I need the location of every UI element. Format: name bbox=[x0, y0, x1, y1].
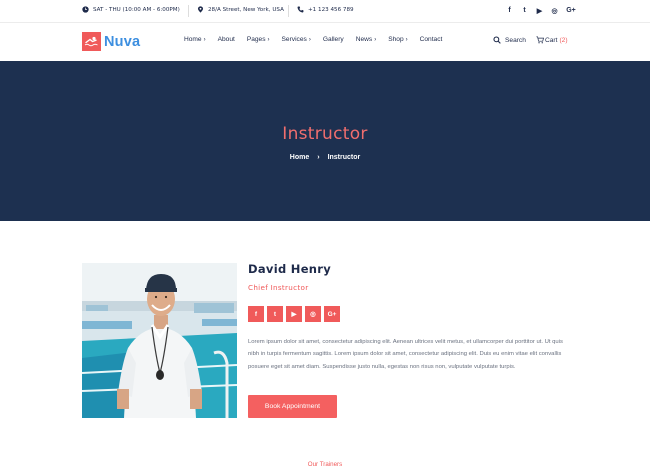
facebook-icon[interactable]: f bbox=[248, 306, 264, 322]
page-title: Instructor bbox=[282, 124, 368, 144]
search-icon bbox=[493, 36, 501, 44]
search-button[interactable]: Search bbox=[493, 36, 526, 44]
divider bbox=[288, 5, 289, 17]
nav-label: Shop bbox=[388, 36, 404, 43]
instructor-photo bbox=[82, 263, 237, 418]
phone-icon bbox=[297, 6, 304, 13]
phone[interactable]: +1 123 456 789 bbox=[297, 6, 354, 13]
chevron-right-icon: › bbox=[203, 37, 206, 43]
nav-label: Services bbox=[281, 36, 307, 43]
main-nav: Home › About Pages › Services › Gallery New… bbox=[184, 36, 442, 43]
instagram-icon[interactable]: ◎ bbox=[551, 6, 558, 15]
cart-count-badge: (2) bbox=[559, 36, 568, 44]
main-header: Nuva Home › About Pages › Services › Galler… bbox=[0, 23, 650, 61]
nav-label: Pages bbox=[246, 36, 266, 43]
opening-hours-text: SAT - THU (10:00 AM - 6:00PM) bbox=[93, 6, 180, 13]
breadcrumb-current: Instructor bbox=[327, 154, 361, 161]
cart-label: Cart bbox=[545, 36, 558, 44]
chevron-right-icon: › bbox=[374, 37, 377, 43]
twitter-icon[interactable]: t bbox=[267, 306, 283, 322]
nav-label: About bbox=[217, 36, 235, 43]
divider bbox=[188, 5, 189, 17]
instructor-name: David Henry bbox=[248, 262, 332, 276]
youtube-icon[interactable]: ▶ bbox=[536, 6, 543, 15]
nav-label: Gallery bbox=[322, 36, 344, 43]
swimmer-logo-icon bbox=[82, 32, 101, 51]
page-hero-banner: Instructor Home › Instructor bbox=[0, 61, 650, 221]
chevron-right-icon: › bbox=[267, 37, 270, 43]
nav-label: Home bbox=[184, 36, 202, 43]
search-label: Search bbox=[505, 36, 526, 44]
nav-item-about[interactable]: About bbox=[218, 36, 235, 43]
chevron-right-icon: › bbox=[317, 154, 320, 161]
instructor-social-links: f t ▶ ◎ G+ bbox=[248, 306, 340, 322]
address: 28/A Street, New York, USA bbox=[197, 6, 284, 13]
nav-label: News bbox=[355, 36, 373, 43]
site-logo[interactable]: Nuva bbox=[82, 32, 140, 51]
nav-item-pages[interactable]: Pages › bbox=[247, 36, 270, 43]
map-marker-icon bbox=[197, 6, 204, 13]
opening-hours: SAT - THU (10:00 AM - 6:00PM) bbox=[82, 6, 180, 13]
nav-item-shop[interactable]: Shop › bbox=[388, 36, 407, 43]
phone-text: +1 123 456 789 bbox=[308, 6, 354, 13]
clock-icon bbox=[82, 6, 89, 13]
address-text: 28/A Street, New York, USA bbox=[208, 6, 284, 13]
top-info-bar: SAT - THU (10:00 AM - 6:00PM) 28/A Stree… bbox=[0, 0, 650, 23]
cart-icon bbox=[536, 36, 544, 44]
nav-item-gallery[interactable]: Gallery bbox=[323, 36, 344, 43]
top-social-links: f t ▶ ◎ G+ bbox=[506, 6, 576, 15]
cart-button[interactable]: Cart (2) bbox=[536, 36, 568, 44]
breadcrumb: Home › Instructor bbox=[0, 154, 650, 161]
nav-item-home[interactable]: Home › bbox=[184, 36, 206, 43]
nav-item-contact[interactable]: Contact bbox=[420, 36, 443, 43]
breadcrumb-home-link[interactable]: Home bbox=[290, 154, 309, 161]
instagram-icon[interactable]: ◎ bbox=[305, 306, 321, 322]
chevron-right-icon: › bbox=[308, 37, 311, 43]
nav-label: Contact bbox=[419, 36, 443, 43]
nav-item-services[interactable]: Services › bbox=[282, 36, 311, 43]
google-plus-icon[interactable]: G+ bbox=[566, 6, 576, 15]
our-trainers-heading: Our Trainers bbox=[307, 461, 343, 468]
google-plus-icon[interactable]: G+ bbox=[324, 306, 340, 322]
youtube-icon[interactable]: ▶ bbox=[286, 306, 302, 322]
twitter-icon[interactable]: t bbox=[521, 6, 528, 15]
logo-text: Nuva bbox=[104, 33, 141, 50]
facebook-icon[interactable]: f bbox=[506, 6, 513, 15]
chevron-right-icon: › bbox=[405, 37, 408, 43]
book-appointment-button[interactable]: Book Appointment bbox=[248, 395, 337, 418]
nav-item-news[interactable]: News › bbox=[356, 36, 377, 43]
instructor-role: Chief Instructor bbox=[248, 283, 309, 292]
instructor-bio: Lorem ipsum dolor sit amet, consectetur … bbox=[248, 339, 563, 370]
